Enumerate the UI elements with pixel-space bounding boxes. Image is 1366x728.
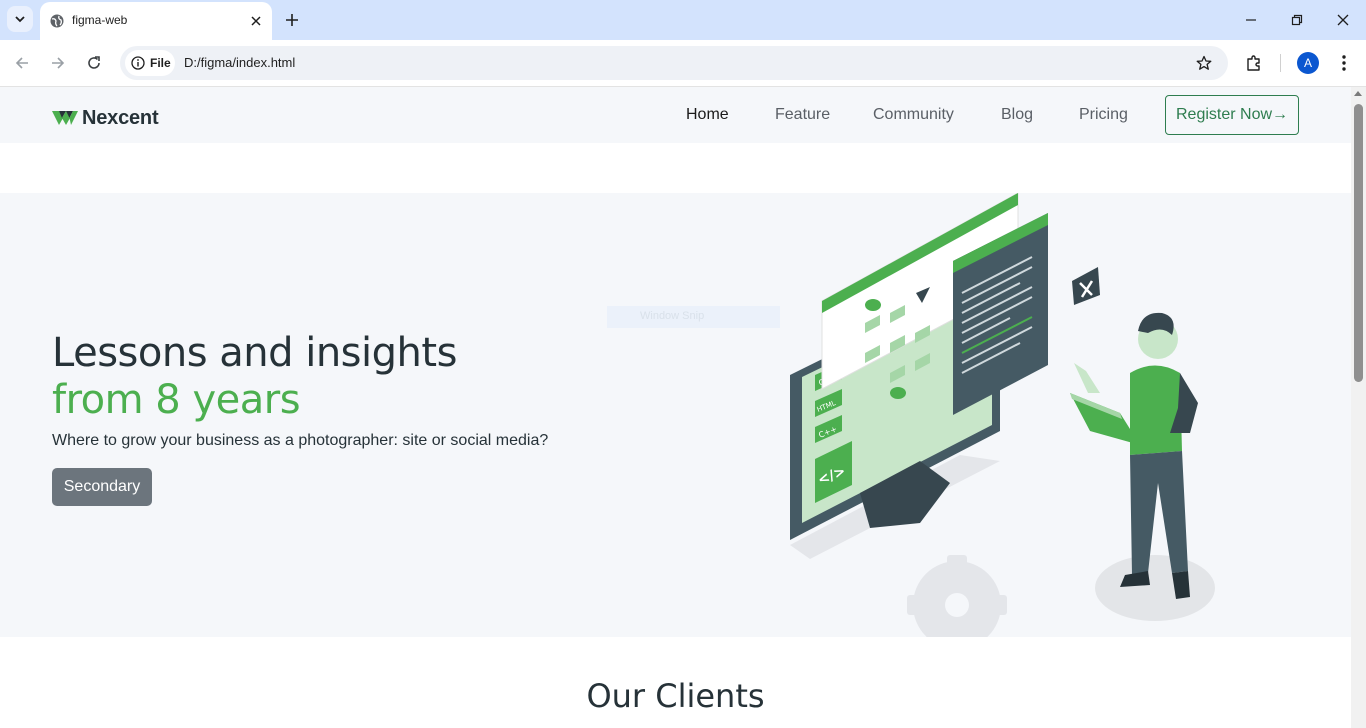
reload-icon bbox=[88, 56, 100, 69]
back-button[interactable] bbox=[11, 52, 33, 74]
hero-subtitle: Where to grow your business as a photogr… bbox=[52, 432, 549, 449]
window-snip-label: Window Snip bbox=[640, 310, 705, 322]
secondary-button[interactable]: Secondary bbox=[52, 468, 152, 506]
scroll-up-arrow-icon[interactable] bbox=[1354, 91, 1362, 96]
register-now-button[interactable]: Register Now→ bbox=[1165, 95, 1299, 135]
bookmark-button[interactable] bbox=[1194, 53, 1214, 73]
forward-button[interactable] bbox=[47, 52, 69, 74]
puzzle-icon bbox=[1247, 55, 1260, 71]
hero-title-highlight: from 8 years bbox=[52, 377, 301, 423]
clients-section-title: Our Clients bbox=[586, 677, 765, 715]
arrow-right-icon bbox=[52, 57, 65, 69]
site-navbar: Nexcent Home Feature Community Blog Pric… bbox=[0, 87, 1351, 143]
minimize-icon bbox=[1246, 19, 1256, 21]
close-icon bbox=[251, 16, 261, 26]
window-snip-overlay: Window Snip bbox=[607, 306, 780, 328]
address-bar[interactable]: File D:/figma/index.html bbox=[120, 46, 1228, 80]
logo-text: Nexcent bbox=[82, 107, 159, 129]
chevron-down-icon bbox=[15, 16, 25, 23]
globe-icon bbox=[50, 14, 64, 28]
toolbar-divider bbox=[1280, 54, 1281, 72]
arrow-left-icon bbox=[15, 57, 28, 69]
star-icon bbox=[1196, 55, 1212, 70]
site-chip-label: File bbox=[150, 56, 171, 70]
close-icon bbox=[1337, 14, 1349, 26]
tab-search-button[interactable] bbox=[7, 6, 33, 32]
nav-link-pricing[interactable]: Pricing bbox=[1079, 106, 1128, 124]
person-figure bbox=[1070, 312, 1198, 599]
minimize-button[interactable] bbox=[1239, 8, 1263, 32]
developer-illustration: CSS HTML C++ </> bbox=[790, 193, 1215, 637]
profile-avatar[interactable]: A bbox=[1297, 52, 1319, 74]
hero-section: Lessons and insights from 8 years Where … bbox=[0, 193, 1351, 637]
nav-link-community[interactable]: Community bbox=[873, 106, 954, 124]
person-shadow bbox=[1095, 555, 1215, 621]
hero-title: Lessons and insights bbox=[52, 330, 457, 376]
info-icon bbox=[131, 56, 145, 70]
extensions-button[interactable] bbox=[1243, 52, 1265, 74]
new-tab-button[interactable] bbox=[282, 10, 302, 30]
nav-link-feature[interactable]: Feature bbox=[775, 106, 830, 124]
site-logo[interactable]: Nexcent bbox=[52, 107, 159, 130]
reload-button[interactable] bbox=[83, 52, 105, 74]
browser-tab-bar: figma-web bbox=[0, 0, 1366, 40]
restore-icon bbox=[1291, 14, 1303, 26]
nav-link-home[interactable]: Home bbox=[686, 106, 729, 124]
gear-icon bbox=[907, 555, 1007, 637]
browser-tab[interactable]: figma-web bbox=[40, 2, 272, 40]
url-text[interactable]: D:/figma/index.html bbox=[184, 55, 295, 70]
page-scrollbar[interactable] bbox=[1351, 87, 1366, 728]
close-window-button[interactable] bbox=[1331, 8, 1355, 32]
nexcent-logo-icon bbox=[52, 110, 78, 125]
browser-toolbar: File D:/figma/index.html A bbox=[0, 40, 1366, 87]
browser-menu-button[interactable] bbox=[1334, 52, 1354, 74]
close-badge-icon bbox=[1072, 267, 1100, 305]
tab-title: figma-web bbox=[72, 13, 128, 27]
more-vertical-icon bbox=[1342, 55, 1346, 71]
nav-link-blog[interactable]: Blog bbox=[1001, 106, 1033, 124]
scrollbar-thumb[interactable] bbox=[1354, 104, 1363, 382]
tab-close-button[interactable] bbox=[247, 12, 265, 30]
page-viewport: Nexcent Home Feature Community Blog Pric… bbox=[0, 87, 1351, 728]
site-info-chip[interactable]: File bbox=[125, 50, 175, 76]
restore-button[interactable] bbox=[1285, 8, 1309, 32]
plus-icon bbox=[286, 14, 298, 26]
